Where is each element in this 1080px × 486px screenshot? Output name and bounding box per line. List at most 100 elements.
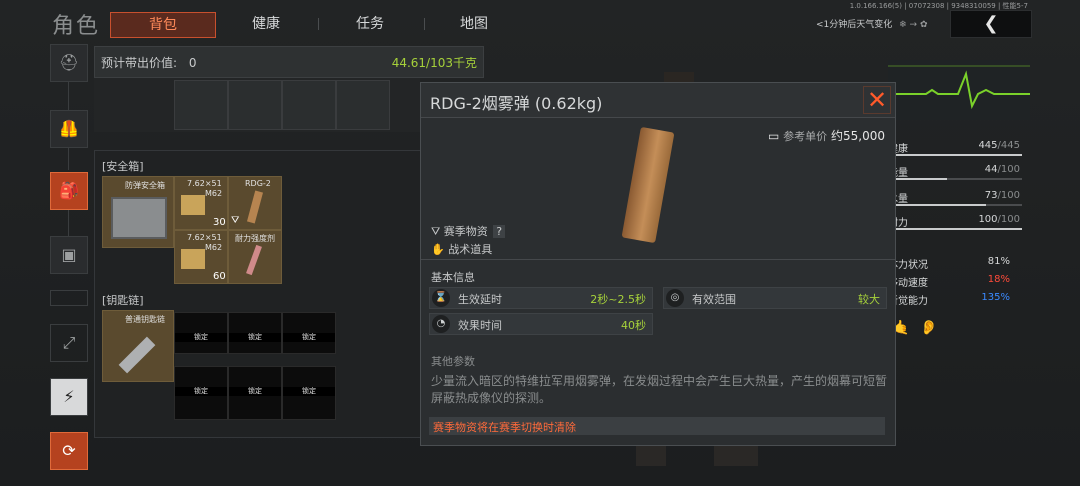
locked-label: 锁定 [229, 333, 281, 342]
keychain-label: [钥匙链] [102, 294, 144, 307]
stat-value: 445/445 [978, 140, 1020, 151]
clock-icon: ◔ [432, 315, 450, 333]
hourglass-icon: ⌛ [432, 289, 450, 307]
hearing-status-icon: 👂 [920, 320, 938, 336]
locked-slot: 锁定 [282, 366, 336, 420]
safebox-label: [安全箱] [102, 160, 144, 173]
back-button[interactable]: ❮ [950, 10, 1032, 38]
modifier-row: 移动速度 18% [888, 274, 1020, 290]
basic-info-heading: 基本信息 [431, 271, 475, 284]
locked-slot: 锁定 [174, 312, 228, 354]
stat-fill [888, 204, 986, 206]
nav-connector [68, 208, 69, 236]
stimulant-item[interactable]: 耐力强度剂 [228, 230, 282, 284]
ammo-item[interactable]: 7.62×51 M62 30 [174, 176, 228, 230]
smoke-grenade-icon [621, 126, 675, 244]
locked-label: 锁定 [283, 333, 335, 342]
season-icon: ⛛ [231, 215, 240, 226]
item-detail-popup: RDG-2烟雾弹 (0.62kg) ✕ ▭ 参考单价 约55,000 ⛛ 赛季物… [420, 82, 896, 446]
price-value: 约55,000 [831, 129, 885, 143]
grid-slot[interactable] [228, 80, 282, 130]
price-label: 参考单价 [783, 130, 828, 143]
help-button[interactable]: ? [493, 225, 506, 238]
stat-row: 能量 44/100 [888, 164, 1030, 182]
stat-fill [888, 178, 947, 180]
key-icon [118, 336, 156, 374]
info-value: 2秒~2.5秒 [590, 293, 646, 306]
weather-icon: ❄ → ✿ [899, 20, 928, 30]
value-bar: 预计带出价值: 0 44.61/103千克 [94, 46, 484, 78]
ecg-monitor [888, 60, 1030, 120]
keychain-container[interactable]: 普通钥匙链 [102, 310, 174, 382]
rig-icon[interactable]: ▣ [50, 236, 88, 274]
stat-bar [888, 154, 1022, 156]
ammo-icon [181, 249, 205, 269]
page-title: 角色 [52, 14, 101, 39]
weight-readout: 44.61/103千克 [391, 56, 477, 70]
season-badge-icon: ⛛ [431, 225, 441, 238]
stat-row: 耐力 100/100 [888, 214, 1030, 232]
character-foot [714, 444, 758, 466]
backpack-grid [94, 78, 420, 132]
modifier-value: 18% [987, 274, 1010, 285]
money-icon: ▭ [768, 129, 780, 143]
info-row-range: ◎ 有效范围 较大 [663, 287, 887, 309]
nav-connector [68, 146, 69, 170]
item-name: 耐力强度剂 [235, 234, 275, 243]
info-value: 40秒 [621, 319, 646, 332]
item-name: RDG-2 [245, 179, 271, 188]
empty-slot[interactable] [50, 290, 88, 306]
locked-label: 锁定 [229, 387, 281, 396]
locked-label: 锁定 [175, 333, 227, 342]
weather-forecast: <1分钟后天气变化 ❄ → ✿ [816, 17, 928, 30]
expand-icon[interactable]: ⤢ [50, 324, 88, 362]
info-row-delay: ⌛ 生效延时 2秒~2.5秒 [429, 287, 653, 309]
ammo-sub: M62 [205, 189, 223, 198]
ammo-icon [181, 195, 205, 215]
tab-tasks[interactable]: 任务 [338, 12, 402, 36]
value-amount: 0 [188, 56, 197, 70]
info-key: 效果时间 [458, 319, 502, 332]
popup-header: RDG-2烟雾弹 (0.62kg) ✕ [421, 83, 895, 118]
hand-icon: ✋ [431, 243, 445, 256]
ammo-name: 7.62×51 [187, 233, 222, 242]
tab-backpack[interactable]: 背包 [110, 12, 216, 38]
divider [421, 259, 895, 260]
grid-slot[interactable] [174, 80, 228, 130]
smoke-grenade-item[interactable]: RDG-2 ⛛ [228, 176, 282, 230]
stat-max: /100 [997, 190, 1020, 201]
season-warning: 赛季物资将在赛季切换时清除 [429, 417, 885, 435]
helmet-icon[interactable]: ⛑ [50, 44, 88, 82]
tag-season-label: 赛季物资 [443, 225, 488, 238]
grenade-icon [246, 190, 264, 224]
stat-max: /100 [997, 164, 1020, 175]
safebox-container[interactable]: 防弹安全箱 [102, 176, 174, 248]
stat-value: 100/100 [978, 214, 1020, 225]
ammo-qty: 60 [213, 271, 226, 282]
tab-map[interactable]: 地图 [442, 12, 506, 36]
ammo-name: 7.62×51 [187, 179, 222, 188]
locked-slot: 锁定 [228, 312, 282, 354]
tab-divider [318, 18, 319, 30]
close-icon: ✕ [866, 86, 888, 114]
stat-current: 445 [978, 140, 998, 151]
ammo-item[interactable]: 7.62×51 M62 60 [174, 230, 228, 284]
other-params-heading: 其他参数 [431, 355, 475, 368]
lightning-gear-icon[interactable]: ⚡ [50, 378, 88, 416]
weather-text: <1分钟后天气变化 [816, 20, 893, 30]
close-button[interactable]: ✕ [863, 86, 891, 114]
tag-season: ⛛ 赛季物资 ? [431, 223, 506, 239]
tag-tactical: ✋ 战术道具 [431, 241, 492, 257]
tab-health[interactable]: 健康 [234, 12, 298, 36]
stat-fill [888, 154, 1022, 156]
grid-slot[interactable] [282, 80, 336, 130]
layers-refresh-icon[interactable]: ⟳ [50, 432, 88, 470]
info-key: 有效范围 [692, 293, 736, 306]
value-label: 预计带出价值: 0 [101, 54, 197, 71]
armor-icon[interactable]: 🦺 [50, 110, 88, 148]
backpack-icon[interactable]: 🎒 [50, 172, 88, 210]
stat-row: 健康 445/445 [888, 140, 1030, 158]
stat-bar [888, 178, 1022, 180]
locked-slot: 锁定 [174, 366, 228, 420]
grid-slot[interactable] [336, 80, 390, 130]
